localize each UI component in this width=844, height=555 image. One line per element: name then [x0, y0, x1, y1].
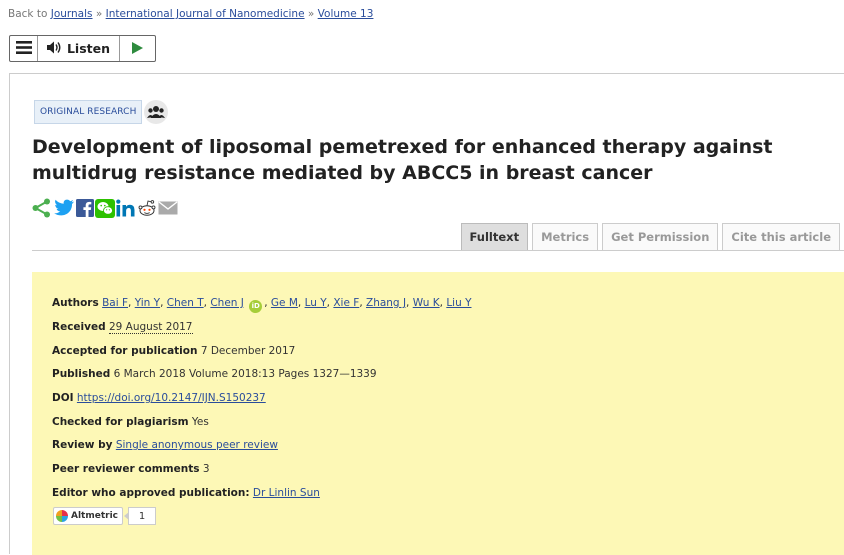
received-line: Received 29 August 2017: [52, 321, 193, 334]
twitter-icon[interactable]: [54, 199, 75, 217]
breadcrumb-link-journals[interactable]: Journals: [51, 8, 93, 20]
author-link[interactable]: Xie F: [333, 297, 359, 309]
plagiarism-line: Checked for plagiarism Yes: [52, 416, 209, 428]
plagiarism-value: Yes: [191, 416, 209, 428]
article-container: ORIGINAL RESEARCH Development of liposom…: [9, 73, 844, 555]
title-divider: [32, 250, 844, 251]
play-icon: [132, 39, 143, 58]
author-link[interactable]: Yin Y: [135, 297, 160, 309]
published-value: 6 March 2018 Volume 2018:13 Pages 1327—1…: [113, 368, 377, 380]
breadcrumb-link-journal[interactable]: International Journal of Nanomedicine: [106, 8, 305, 20]
breadcrumb-separator: »: [307, 8, 315, 20]
authors-line: Authors Bai F, Yin Y, Chen T, Chen J iD,…: [52, 297, 472, 313]
linkedin-icon[interactable]: [116, 199, 136, 217]
listen-label: Listen: [66, 41, 111, 56]
doi-line: DOI https://doi.org/10.2147/IJN.S150237: [52, 392, 266, 404]
published-label: Published: [52, 368, 111, 380]
breadcrumb-prefix: Back to: [8, 8, 48, 20]
published-line: Published 6 March 2018 Volume 2018:13 Pa…: [52, 368, 377, 380]
author-link[interactable]: Lu Y: [305, 297, 327, 309]
people-group-icon: [144, 100, 169, 124]
editor-link[interactable]: Dr Linlin Sun: [253, 487, 320, 499]
tab-fulltext[interactable]: Fulltext: [460, 223, 529, 251]
comments-line: Peer reviewer comments 3: [52, 463, 210, 475]
tab-metrics[interactable]: Metrics: [532, 223, 599, 251]
altmetric-donut-icon: [56, 510, 68, 522]
doi-label: DOI: [52, 392, 74, 404]
editor-label: Editor who approved publication:: [52, 487, 250, 499]
review-line: Review by Single anonymous peer review: [52, 439, 278, 451]
share-icon[interactable]: [31, 198, 53, 218]
tab-cite-this-article[interactable]: Cite this article: [722, 223, 840, 251]
listen-toolbar: Listen: [9, 35, 156, 62]
author-link[interactable]: Chen J: [210, 297, 244, 309]
comments-label: Peer reviewer comments: [52, 463, 200, 475]
review-label: Review by: [52, 439, 113, 451]
breadcrumb: Back to Journals » International Journal…: [8, 8, 373, 20]
wechat-icon[interactable]: [95, 198, 115, 218]
accepted-label: Accepted for publication: [52, 345, 198, 357]
email-icon[interactable]: [158, 200, 178, 216]
received-label: Received: [52, 321, 106, 333]
orcid-icon[interactable]: iD: [249, 300, 263, 313]
article-title: Development of liposomal pemetrexed for …: [32, 136, 773, 184]
share-bar: [31, 198, 178, 218]
article-metadata: Authors Bai F, Yin Y, Chen T, Chen J iD,…: [32, 272, 844, 555]
accepted-line: Accepted for publication 7 December 2017: [52, 345, 295, 357]
comments-value: 3: [202, 463, 210, 475]
breadcrumb-separator: »: [95, 8, 103, 20]
facebook-icon[interactable]: [76, 199, 94, 217]
received-date: 29 August 2017: [108, 321, 193, 334]
listen-button[interactable]: Listen: [38, 36, 120, 61]
plagiarism-label: Checked for plagiarism: [52, 416, 189, 428]
author-link[interactable]: Bai F: [102, 297, 128, 309]
editor-line: Editor who approved publication: Dr Linl…: [52, 487, 320, 499]
article-tabs: Fulltext Metrics Get Permission Cite thi…: [460, 223, 840, 251]
altmetric-label: Altmetric: [71, 511, 118, 521]
altmetric-widget[interactable]: Altmetric 1: [53, 507, 156, 525]
reddit-icon[interactable]: [137, 199, 157, 217]
speaker-icon: [46, 41, 62, 57]
tab-get-permission[interactable]: Get Permission: [602, 223, 719, 251]
authors-label: Authors: [52, 297, 99, 309]
review-type-link[interactable]: Single anonymous peer review: [116, 439, 278, 451]
author-link[interactable]: Liu Y: [446, 297, 471, 309]
hamburger-icon: [15, 39, 32, 58]
article-type-row: ORIGINAL RESEARCH: [34, 100, 169, 124]
breadcrumb-link-volume[interactable]: Volume 13: [318, 8, 374, 20]
altmetric-count: 1: [124, 507, 156, 525]
author-link[interactable]: Zhang J: [366, 297, 406, 309]
play-button[interactable]: [120, 36, 155, 61]
author-link[interactable]: Wu K: [413, 297, 440, 309]
article-type-label: ORIGINAL RESEARCH: [34, 100, 143, 124]
doi-link[interactable]: https://doi.org/10.2147/IJN.S150237: [77, 392, 266, 404]
altmetric-badge[interactable]: Altmetric: [53, 507, 123, 525]
author-link[interactable]: Chen T: [167, 297, 204, 309]
accepted-date: 7 December 2017: [200, 345, 296, 357]
author-link[interactable]: Ge M: [271, 297, 298, 309]
menu-button[interactable]: [10, 36, 38, 61]
